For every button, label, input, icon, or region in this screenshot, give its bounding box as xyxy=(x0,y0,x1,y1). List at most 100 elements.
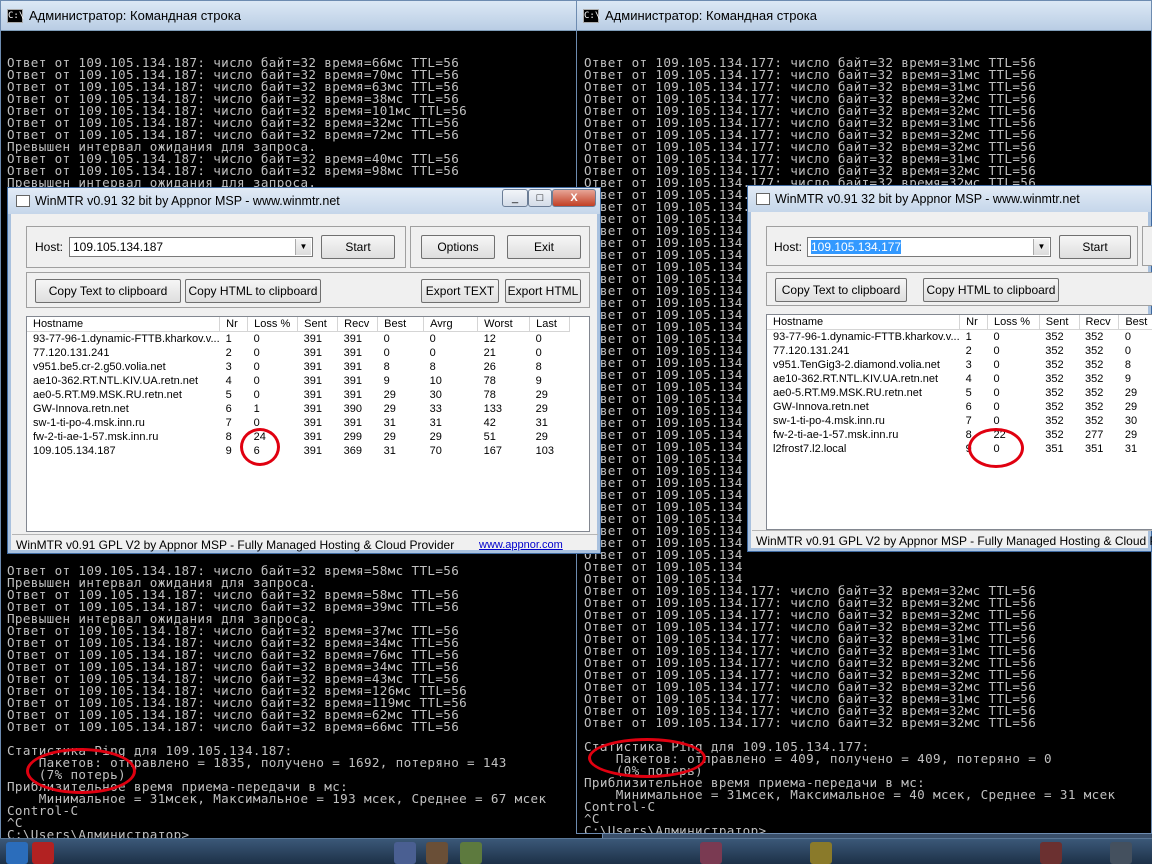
appnor-link[interactable]: www.appnor.com xyxy=(479,539,563,551)
game-icon[interactable] xyxy=(1040,842,1062,864)
cmd-titlebar-left[interactable]: C:\ Администратор: Командная строка xyxy=(1,1,602,31)
table-cell: 3 xyxy=(225,360,232,373)
game-icon[interactable] xyxy=(460,842,482,864)
hop-table-list[interactable]: Hostname Nr Loss % Sent Recv Best Avrg Worst Las… xyxy=(26,316,590,532)
maximize-button[interactable]: □ xyxy=(528,189,552,207)
game-icon[interactable] xyxy=(810,842,832,864)
minimize-button[interactable]: _ xyxy=(502,189,528,207)
copy-html-button[interactable]: Copy HTML to clipboard xyxy=(185,279,321,303)
table-row[interactable]: sw-1-ti-po-4.msk.inn.ru 7 0 352 352 30 xyxy=(767,414,1152,428)
column-header[interactable]: Best xyxy=(1118,315,1152,330)
table-cell: 277 xyxy=(1085,428,1104,441)
chevron-down-icon[interactable]: ▼ xyxy=(295,239,311,255)
close-button[interactable]: X xyxy=(552,189,596,207)
game-icon[interactable] xyxy=(1110,842,1132,864)
column-header[interactable]: Loss % xyxy=(987,315,1040,330)
table-row[interactable]: ae0-5.RT.M9.MSK.RU.retn.net 5 0 391 391 29 30 7… xyxy=(27,388,570,402)
table-row[interactable]: 77.120.131.241 2 0 352 352 0 xyxy=(767,344,1152,358)
annotation-ring-loss-left xyxy=(240,428,280,466)
game-icon[interactable] xyxy=(426,842,448,864)
column-header[interactable]: Nr xyxy=(959,315,988,330)
table-row[interactable]: v951.TenGig3-2.diamond.volia.net 3 0 352 352… xyxy=(767,358,1152,372)
table-cell: 29 xyxy=(1124,400,1138,413)
column-header[interactable]: Hostname xyxy=(767,315,961,330)
copy-text-button[interactable]: Copy Text to clipboard xyxy=(775,278,907,302)
winmtr-window-left: WinMTR v0.91 32 bit by Appnor MSP - www.… xyxy=(7,187,601,554)
table-cell: 352 xyxy=(1085,386,1104,399)
start-button[interactable]: Start xyxy=(1059,235,1131,259)
table-cell: 109.105.134.187 xyxy=(33,444,116,457)
cmd-icon: C:\ xyxy=(7,8,25,23)
column-header[interactable]: Nr xyxy=(219,317,249,332)
app-icon[interactable] xyxy=(32,842,54,864)
game-icon[interactable] xyxy=(394,842,416,864)
table-row[interactable]: l2frost7.l2.local 9 0 351 351 31 xyxy=(767,442,1152,456)
table-cell: 391 xyxy=(303,346,323,359)
host-group: Host: 109.105.134.187 ▼ Start xyxy=(26,226,406,268)
table-cell: 0 xyxy=(253,346,260,359)
table-row[interactable]: 109.105.134.187 9 6 391 369 31 70 167 103 xyxy=(27,444,570,458)
table-cell: 0 xyxy=(253,388,260,401)
table-row[interactable]: 93-77-96-1.dynamic-FTTB.kharkov.v... 1 0 35… xyxy=(767,329,1152,344)
column-header[interactable]: Hostname xyxy=(27,317,221,332)
table-row[interactable]: ae0-5.RT.M9.MSK.RU.retn.net 5 0 352 352 29 xyxy=(767,386,1152,400)
table-cell: 7 xyxy=(225,416,232,429)
copy-text-button[interactable]: Copy Text to clipboard xyxy=(35,279,181,303)
table-row[interactable]: ae10-362.RT.NTL.KIV.UA.retn.net 4 0 352 352 9 xyxy=(767,372,1152,386)
taskbar xyxy=(0,838,1152,864)
table-cell: 391 xyxy=(303,374,323,387)
winmtr-titlebar[interactable]: WinMTR v0.91 32 bit by Appnor MSP - www.… xyxy=(748,186,1151,212)
copy-html-button[interactable]: Copy HTML to clipboard xyxy=(923,278,1059,302)
start-orb-icon[interactable] xyxy=(6,842,28,864)
hop-table-list[interactable]: Hostname Nr Loss % Sent Recv Best 93-77-96-1.… xyxy=(766,314,1152,530)
hop-table: Hostname Nr Loss % Sent Recv Best 93-77-96-1.… xyxy=(767,315,1152,456)
table-cell: 167 xyxy=(483,444,503,457)
table-cell: 21 xyxy=(483,346,496,359)
table-row[interactable]: 93-77-96-1.dynamic-FTTB.kharkov.v... 1 0 39… xyxy=(27,331,570,346)
host-combobox[interactable]: 109.105.134.177 ▼ xyxy=(807,237,1051,257)
export-text-button[interactable]: Export TEXT xyxy=(421,279,499,303)
cmd-titlebar-right[interactable]: C:\ Администратор: Командная строка xyxy=(577,1,1151,31)
table-cell: 0 xyxy=(993,372,1000,385)
table-cell: 0 xyxy=(993,414,1000,427)
table-cell: 391 xyxy=(343,332,363,345)
table-cell: 1 xyxy=(965,330,972,343)
column-header[interactable]: Sent xyxy=(297,317,339,332)
table-row[interactable]: fw-2-ti-ae-1-57.msk.inn.ru 8 24 391 299 29 29 5… xyxy=(27,430,570,444)
column-header[interactable]: Worst xyxy=(477,317,531,332)
column-header[interactable]: Last xyxy=(529,317,571,332)
table-cell: ae10-362.RT.NTL.KIV.UA.retn.net xyxy=(33,374,199,387)
table-cell: 31 xyxy=(383,416,396,429)
cmd-title-right: Администратор: Командная строка xyxy=(605,8,817,23)
chevron-down-icon[interactable]: ▼ xyxy=(1033,239,1049,255)
table-row[interactable]: GW-Innova.retn.net 6 1 391 390 29 33 133 29 xyxy=(27,402,570,416)
annotation-ring-stat-right xyxy=(588,738,706,778)
column-header[interactable]: Loss % xyxy=(247,317,299,332)
options-button[interactable]: Options xyxy=(421,235,495,259)
column-header[interactable]: Recv xyxy=(1079,315,1120,330)
winmtr-title: WinMTR v0.91 32 bit by Appnor MSP - www.… xyxy=(35,194,340,208)
table-row[interactable]: GW-Innova.retn.net 6 0 352 352 29 xyxy=(767,400,1152,414)
start-button[interactable]: Start xyxy=(321,235,395,259)
column-header[interactable]: Recv xyxy=(337,317,379,332)
game-icon[interactable] xyxy=(700,842,722,864)
cmd-icon: C:\ xyxy=(583,8,601,23)
winmtr-titlebar[interactable]: WinMTR v0.91 32 bit by Appnor MSP - www.… xyxy=(8,188,600,214)
console-line: Ответ от 109.105.134.177: число байт=32 … xyxy=(584,715,1037,730)
table-row[interactable]: fw-2-ti-ae-1-57.msk.inn.ru 8 22 352 277 29 xyxy=(767,428,1152,442)
table-row[interactable]: 77.120.131.241 2 0 391 391 0 0 21 0 xyxy=(27,346,570,360)
table-cell: 26 xyxy=(483,360,496,373)
exit-button[interactable]: Exit xyxy=(507,235,581,259)
host-combobox[interactable]: 109.105.134.187 ▼ xyxy=(69,237,313,257)
column-header[interactable]: Avrg xyxy=(423,317,479,332)
column-header[interactable]: Best xyxy=(377,317,425,332)
table-cell: 352 xyxy=(1045,428,1064,441)
export-html-button[interactable]: Export HTML xyxy=(505,279,581,303)
table-cell: 391 xyxy=(303,402,323,415)
column-header[interactable]: Sent xyxy=(1039,315,1080,330)
table-row[interactable]: sw-1-ti-po-4.msk.inn.ru 7 0 391 391 31 31 42 31 xyxy=(27,416,570,430)
table-cell: 6 xyxy=(225,402,232,415)
table-cell: 352 xyxy=(1085,330,1104,343)
table-row[interactable]: v951.be5.cr-2.g50.volia.net 3 0 391 391 8 8 26 8 xyxy=(27,360,570,374)
table-row[interactable]: ae10-362.RT.NTL.KIV.UA.retn.net 4 0 391 391 9… xyxy=(27,374,570,388)
